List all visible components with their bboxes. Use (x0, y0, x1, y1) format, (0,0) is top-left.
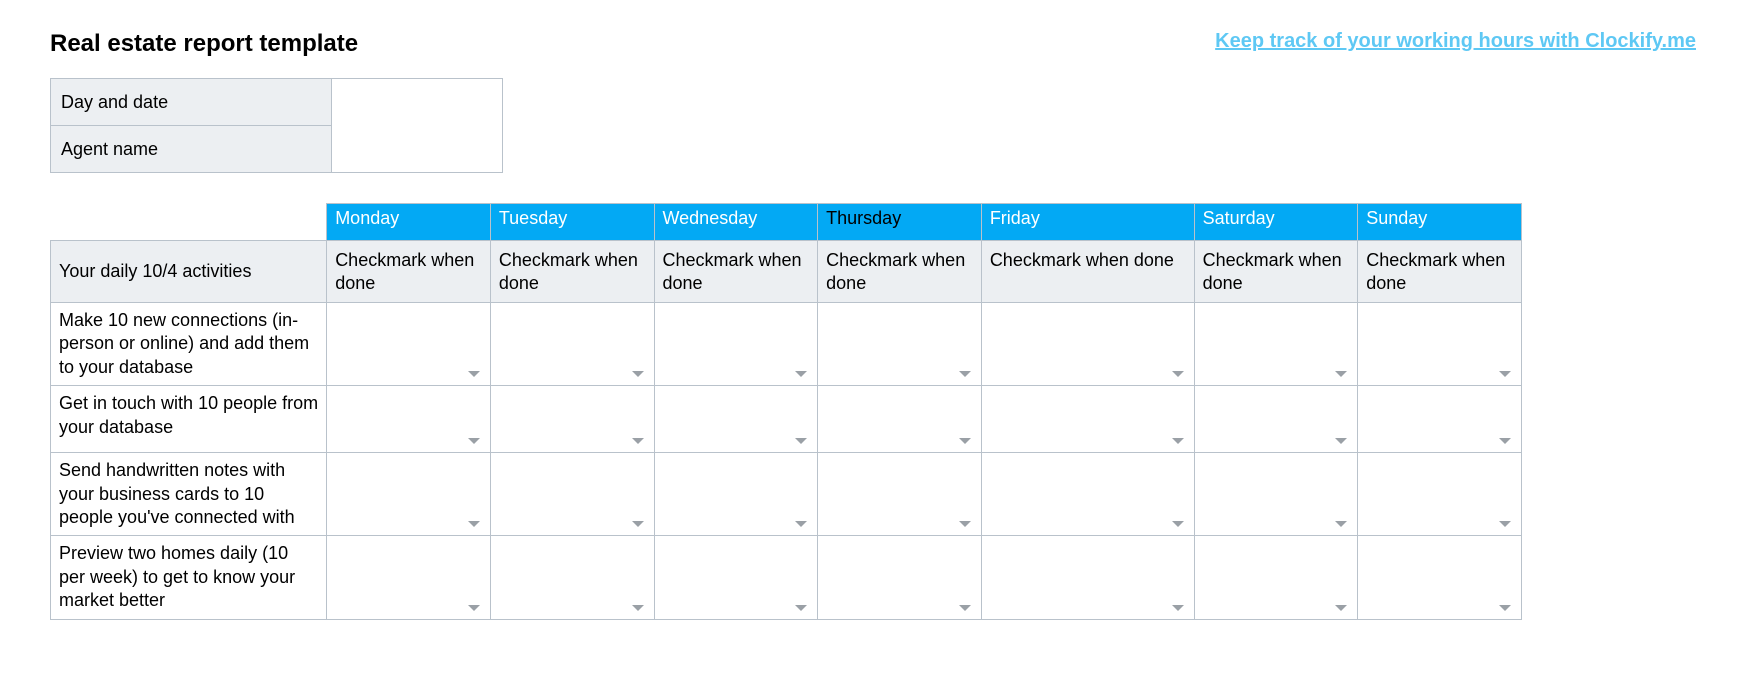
day-header-row: Monday Tuesday Wednesday Thursday Friday… (51, 204, 1522, 241)
dropdown-cell[interactable] (818, 536, 982, 619)
day-header-friday: Friday (981, 204, 1194, 241)
dropdown-cell[interactable] (327, 453, 491, 536)
dropdown-cell[interactable] (981, 536, 1194, 619)
chevron-down-icon[interactable] (632, 605, 644, 611)
chevron-down-icon[interactable] (1172, 438, 1184, 444)
day-header-sunday: Sunday (1358, 204, 1522, 241)
dropdown-cell[interactable] (818, 453, 982, 536)
chevron-down-icon[interactable] (1172, 605, 1184, 611)
chevron-down-icon[interactable] (959, 438, 971, 444)
chevron-down-icon[interactable] (959, 605, 971, 611)
dropdown-cell[interactable] (490, 386, 654, 453)
activity-label: Preview two homes daily (10 per week) to… (51, 536, 327, 619)
table-row: Send handwritten notes with your busines… (51, 453, 1522, 536)
meta-table: Day and date Agent name (50, 78, 503, 173)
chevron-down-icon[interactable] (632, 371, 644, 377)
checkmark-header-sun: Checkmark when done (1358, 241, 1522, 303)
chevron-down-icon[interactable] (468, 371, 480, 377)
chevron-down-icon[interactable] (468, 605, 480, 611)
checkmark-header-sat: Checkmark when done (1194, 241, 1358, 303)
chevron-down-icon[interactable] (1335, 371, 1347, 377)
checkmark-header-mon: Checkmark when done (327, 241, 491, 303)
activity-label: Make 10 new connections (in-person or on… (51, 303, 327, 386)
chevron-down-icon[interactable] (959, 521, 971, 527)
dropdown-cell[interactable] (490, 536, 654, 619)
dropdown-cell[interactable] (1358, 386, 1522, 453)
chevron-down-icon[interactable] (1335, 438, 1347, 444)
day-header-wednesday: Wednesday (654, 204, 818, 241)
chevron-down-icon[interactable] (795, 605, 807, 611)
chevron-down-icon[interactable] (959, 371, 971, 377)
dropdown-cell[interactable] (654, 536, 818, 619)
dropdown-cell[interactable] (1194, 386, 1358, 453)
chevron-down-icon[interactable] (1499, 605, 1511, 611)
dropdown-cell[interactable] (818, 386, 982, 453)
chevron-down-icon[interactable] (1499, 438, 1511, 444)
dropdown-cell[interactable] (1194, 536, 1358, 619)
dropdown-cell[interactable] (654, 453, 818, 536)
dropdown-cell[interactable] (327, 536, 491, 619)
dropdown-cell[interactable] (490, 453, 654, 536)
dropdown-cell[interactable] (327, 303, 491, 386)
dropdown-cell[interactable] (1194, 453, 1358, 536)
dropdown-cell[interactable] (654, 303, 818, 386)
dropdown-cell[interactable] (981, 453, 1194, 536)
chevron-down-icon[interactable] (795, 371, 807, 377)
dropdown-cell[interactable] (1194, 303, 1358, 386)
chevron-down-icon[interactable] (1499, 371, 1511, 377)
chevron-down-icon[interactable] (632, 521, 644, 527)
activities-column-header: Your daily 10/4 activities (51, 241, 327, 303)
meta-day-date-label: Day and date (51, 79, 332, 126)
day-header-thursday: Thursday (818, 204, 982, 241)
clockify-promo-link[interactable]: Keep track of your working hours with Cl… (1215, 30, 1696, 53)
chevron-down-icon[interactable] (1172, 521, 1184, 527)
chevron-down-icon[interactable] (1499, 521, 1511, 527)
meta-values-cell[interactable] (332, 79, 503, 173)
dropdown-cell[interactable] (490, 303, 654, 386)
dropdown-cell[interactable] (981, 386, 1194, 453)
meta-agent-name-label: Agent name (51, 126, 332, 173)
chevron-down-icon[interactable] (1335, 605, 1347, 611)
activity-label: Get in touch with 10 people from your da… (51, 386, 327, 453)
chevron-down-icon[interactable] (468, 521, 480, 527)
table-row: Get in touch with 10 people from your da… (51, 386, 1522, 453)
dropdown-cell[interactable] (327, 386, 491, 453)
checkmark-header-fri: Checkmark when done (981, 241, 1194, 303)
empty-corner-cell (51, 204, 327, 241)
dropdown-cell[interactable] (1358, 536, 1522, 619)
activity-label: Send handwritten notes with your busines… (51, 453, 327, 536)
subheader-row: Your daily 10/4 activities Checkmark whe… (51, 241, 1522, 303)
day-header-tuesday: Tuesday (490, 204, 654, 241)
checkmark-header-tue: Checkmark when done (490, 241, 654, 303)
table-row: Preview two homes daily (10 per week) to… (51, 536, 1522, 619)
chevron-down-icon[interactable] (468, 438, 480, 444)
page-title: Real estate report template (50, 30, 358, 58)
chevron-down-icon[interactable] (795, 438, 807, 444)
chevron-down-icon[interactable] (795, 521, 807, 527)
chevron-down-icon[interactable] (1172, 371, 1184, 377)
dropdown-cell[interactable] (1358, 303, 1522, 386)
activities-grid: Monday Tuesday Wednesday Thursday Friday… (50, 203, 1522, 620)
chevron-down-icon[interactable] (632, 438, 644, 444)
checkmark-header-thu: Checkmark when done (818, 241, 982, 303)
checkmark-header-wed: Checkmark when done (654, 241, 818, 303)
dropdown-cell[interactable] (654, 386, 818, 453)
chevron-down-icon[interactable] (1335, 521, 1347, 527)
dropdown-cell[interactable] (818, 303, 982, 386)
dropdown-cell[interactable] (981, 303, 1194, 386)
dropdown-cell[interactable] (1358, 453, 1522, 536)
day-header-saturday: Saturday (1194, 204, 1358, 241)
table-row: Make 10 new connections (in-person or on… (51, 303, 1522, 386)
day-header-monday: Monday (327, 204, 491, 241)
